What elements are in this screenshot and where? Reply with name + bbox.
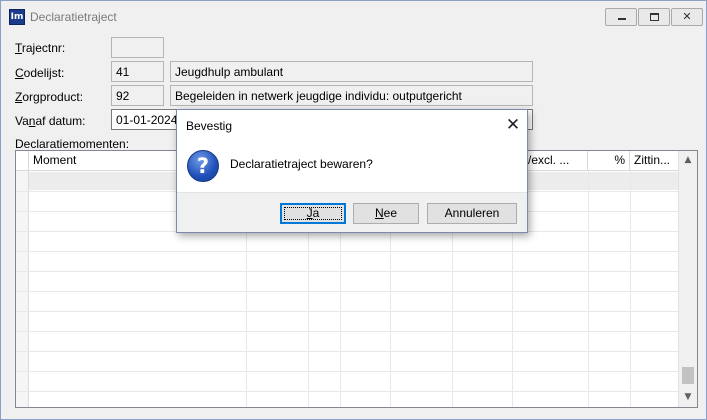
zorgproduct-code-field[interactable]: 92 (111, 85, 164, 106)
zorgproduct-description-field: Begeleiden in netwerk jeugdige individu:… (170, 85, 533, 106)
scroll-thumb[interactable] (682, 367, 694, 384)
row-indicator-header (16, 151, 29, 171)
zorgproduct-label: Zorgproduct: (15, 90, 84, 104)
grid-col-line (588, 171, 589, 407)
declaratiemomenten-label: Declaratiemomenten: (15, 137, 130, 151)
trajectnr-field[interactable] (111, 37, 164, 58)
scroll-up-icon[interactable]: ▲ (679, 152, 697, 169)
cancel-button[interactable]: Annuleren (427, 203, 517, 224)
column-header-percent[interactable]: % (588, 151, 630, 171)
dialog-close-icon[interactable]: ✕ (503, 115, 523, 135)
confirm-dialog: Bevestig ✕ ? Declaratietraject bewaren? … (176, 109, 528, 233)
column-header-zittingen[interactable]: Zittin... (630, 151, 678, 171)
close-icon: ✕ (682, 10, 692, 23)
grid-row-line (16, 391, 678, 392)
window-title: Declaratietraject (30, 10, 117, 24)
minimize-button[interactable] (605, 8, 637, 26)
title-bar[interactable]: Im Declaratietraject ✕ (1, 1, 706, 33)
yes-button[interactable]: Ja (280, 203, 346, 224)
grid-row-line (16, 251, 678, 252)
minimize-icon (618, 18, 626, 20)
grid-row-line (16, 311, 678, 312)
grid-row-line (16, 291, 678, 292)
dialog-message: Declaratietraject bewaren? (230, 157, 373, 171)
grid-row-line (16, 351, 678, 352)
dialog-title: Bevestig (186, 119, 233, 133)
grid-col-line (630, 171, 631, 407)
app-icon: Im (9, 9, 25, 25)
trajectnr-label: Trajectnr: (15, 41, 66, 55)
vanaf-datum-label: Vanaf datum: (15, 114, 86, 128)
grid-row-line (16, 271, 678, 272)
codelijst-label: Codelijst: (15, 66, 65, 80)
focus-rectangle (284, 207, 342, 220)
maximize-button[interactable] (638, 8, 670, 26)
grid-row-line (16, 371, 678, 372)
dialog-button-bar: Ja Nee Annuleren (177, 192, 527, 232)
vertical-scrollbar[interactable]: ▲ ▼ (678, 151, 697, 407)
close-button[interactable]: ✕ (671, 8, 703, 26)
no-button[interactable]: Nee (353, 203, 419, 224)
grid-row-line (16, 331, 678, 332)
scroll-down-icon[interactable]: ▼ (679, 389, 697, 406)
maximize-icon (650, 13, 659, 21)
codelijst-code-field[interactable]: 41 (111, 61, 164, 82)
question-icon: ? (187, 150, 219, 182)
codelijst-description-field: Jeugdhulp ambulant (170, 61, 533, 82)
